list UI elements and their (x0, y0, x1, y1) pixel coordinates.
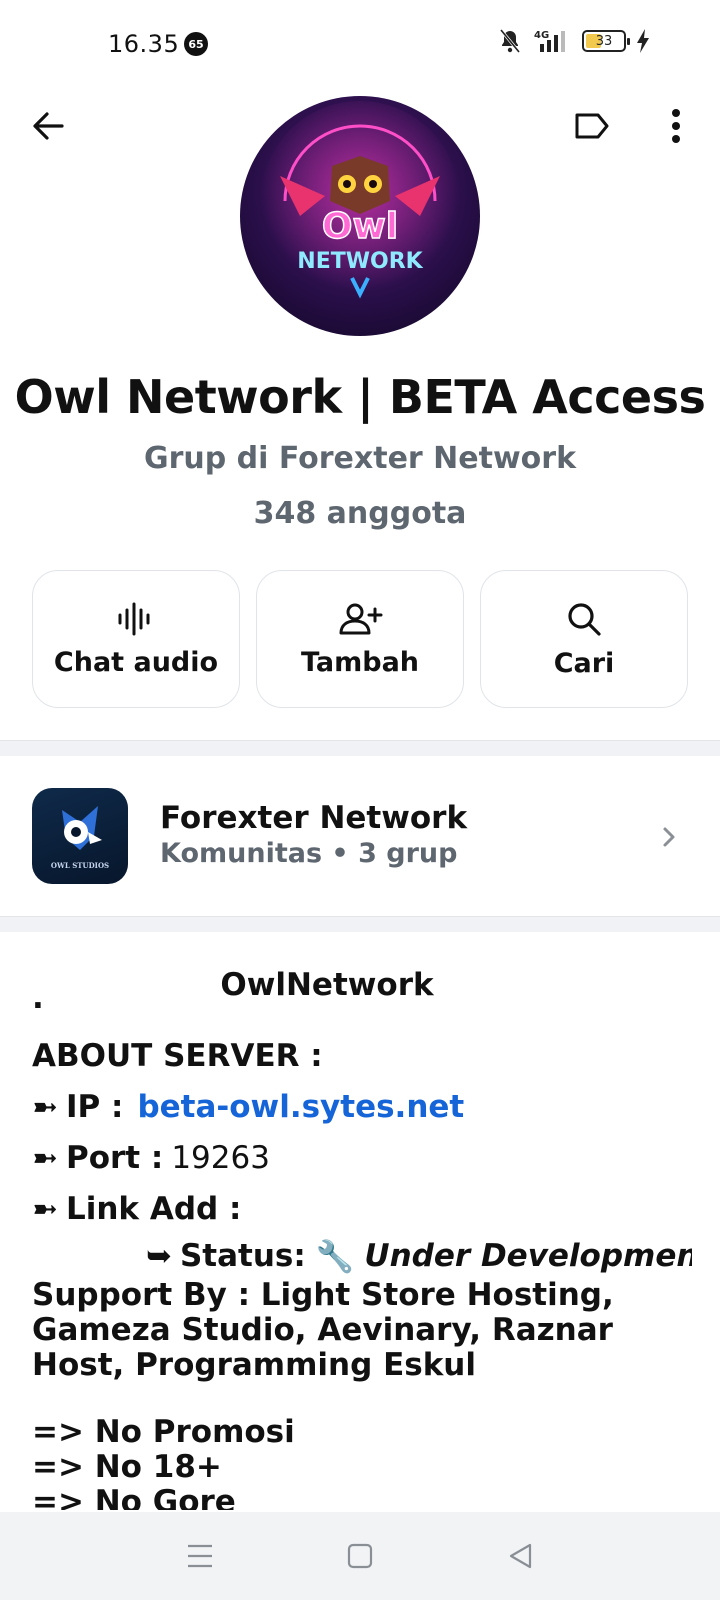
label-tag-icon (575, 113, 609, 139)
home-button[interactable] (330, 1526, 390, 1586)
status-arrow-icon: ➥ (146, 1238, 172, 1274)
back-nav-button[interactable] (490, 1526, 550, 1586)
community-logo: OWL STUDIOS (32, 788, 128, 884)
section-divider (0, 916, 720, 932)
description-header: . OwlNetwork (32, 962, 692, 1030)
port-label: Port : (65, 1139, 164, 1176)
wrench-icon: 🔧 (315, 1238, 355, 1275)
signal-4g-icon: 4G (534, 30, 565, 52)
search-label: Cari (553, 647, 615, 679)
description-title: OwlNetwork (220, 967, 434, 1003)
battery-icon: 33 (582, 30, 630, 52)
label-button[interactable] (568, 104, 616, 148)
community-row[interactable]: OWL STUDIOS Forexter Network Komunitas •… (0, 756, 720, 916)
back-button[interactable] (24, 102, 72, 150)
avatar-text-bottom: NETWORK (297, 249, 423, 274)
group-title: Owl Network | BETA Access (14, 370, 706, 424)
triangle-back-icon (509, 1543, 532, 1569)
bell-muted-icon (499, 29, 521, 53)
link-add-line: ➼ Link Add : (32, 1183, 692, 1234)
status-value: Under Development! (364, 1238, 692, 1274)
search-icon (568, 602, 601, 636)
action-buttons: Chat audio Tambah Cari (32, 570, 688, 708)
chevron-right-icon (654, 822, 684, 852)
section-divider (0, 740, 720, 756)
rule-line: => No Gore (32, 1484, 236, 1511)
arrow-icon: ➼ (32, 1190, 58, 1227)
arrow-icon: ➼ (32, 1139, 58, 1176)
add-person-icon (339, 603, 383, 634)
about-server-text: ABOUT SERVER : (32, 1037, 323, 1074)
ip-label: IP : (65, 1088, 124, 1125)
rule-line: => No Promosi (32, 1414, 295, 1450)
status-icons: 4G 33 (498, 28, 650, 54)
port-line: ➼ Port : 19263 (32, 1132, 692, 1183)
network-type: 4G (534, 30, 549, 41)
community-logo-text: OWL STUDIOS (51, 861, 109, 870)
more-options-button[interactable] (652, 102, 700, 150)
group-subtitle[interactable]: Grup di Forexter Network (0, 441, 720, 476)
status-time: 16.35 (108, 30, 180, 58)
chat-audio-label: Chat audio (53, 646, 219, 678)
system-nav-bar (0, 1512, 720, 1600)
ip-line: ➼ IP : beta-owl.sytes.net (32, 1081, 692, 1132)
status-label: Status: (179, 1238, 306, 1274)
port-value: 19263 (171, 1139, 270, 1176)
community-meta: Komunitas • 3 grup (160, 838, 458, 869)
menu-button[interactable] (170, 1526, 230, 1586)
support-text: Support By : Light Store Hosting, Gameza… (32, 1277, 614, 1383)
search-button[interactable]: Cari (480, 570, 688, 708)
arrow-left-icon (33, 112, 64, 140)
more-vertical-icon (672, 109, 680, 143)
charging-icon (637, 29, 649, 53)
home-square-icon (347, 1543, 373, 1569)
add-member-button[interactable]: Tambah (256, 570, 464, 708)
link-add-label: Link Add : (65, 1190, 242, 1227)
rule-line: => No 18+ (32, 1449, 222, 1485)
about-server-heading: ABOUT SERVER : (32, 1030, 692, 1081)
menu-icon (188, 1544, 212, 1568)
status-bar: 16.35 65 4G 33 (0, 0, 720, 90)
arrow-icon: ➼ (32, 1088, 58, 1125)
battery-level: 33 (595, 33, 613, 49)
ip-link[interactable]: beta-owl.sytes.net (137, 1089, 464, 1125)
group-description: . OwlNetwork ABOUT SERVER : ➼ IP : beta-… (32, 962, 692, 1510)
avatar-text-top: Owl (322, 206, 398, 247)
owl-studios-logo-icon: OWL STUDIOS (51, 806, 109, 870)
notification-badge: 65 (184, 32, 208, 56)
community-name: Forexter Network (160, 800, 468, 836)
owl-logo-icon: Owl NETWORK (260, 101, 460, 301)
add-member-label: Tambah (300, 646, 420, 678)
member-count: 348 anggota (253, 496, 467, 531)
audio-waveform-icon (118, 602, 150, 635)
status-line: ➥ Status: 🔧 Under Development! (32, 1234, 692, 1278)
group-avatar[interactable]: Owl NETWORK (240, 96, 480, 336)
chat-audio-button[interactable]: Chat audio (32, 570, 240, 708)
